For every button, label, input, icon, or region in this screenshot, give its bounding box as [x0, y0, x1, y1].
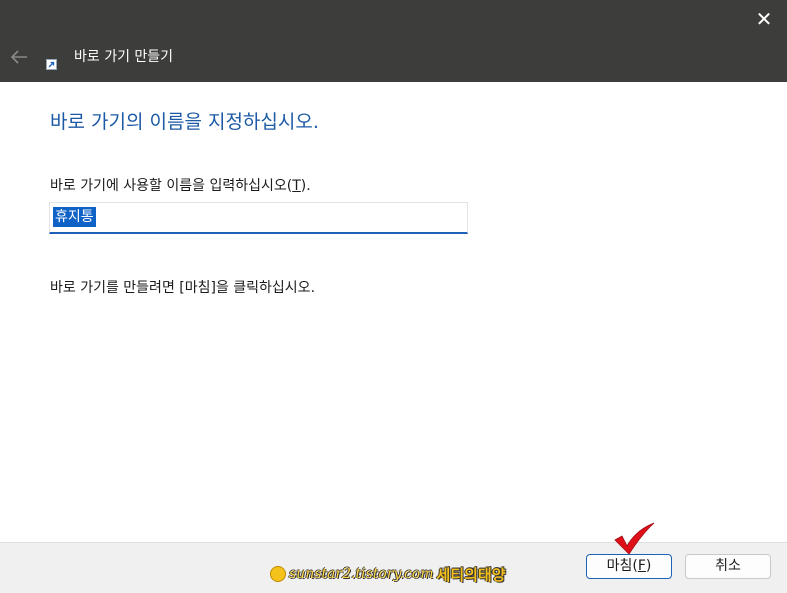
watermark: sunstar2.tistory.com 세티의태양 — [270, 563, 506, 585]
finish-button[interactable]: 마침(F) — [586, 554, 672, 579]
title-bar: ✕ 바로 가기 만들기 — [0, 0, 787, 82]
button-bar: sunstar2.tistory.com 세티의태양 마침(F) 취소 — [0, 542, 787, 593]
close-button[interactable]: ✕ — [753, 8, 775, 30]
shortcut-arrow-icon — [46, 59, 57, 70]
finish-label-prefix: 마침( — [606, 558, 638, 574]
back-arrow-icon — [10, 50, 27, 64]
close-icon: ✕ — [755, 7, 773, 31]
name-label-prefix: 바로 가기에 사용할 이름을 입력하십시오( — [50, 178, 293, 194]
page-heading: 바로 가기의 이름을 지정하십시오. — [50, 111, 319, 133]
finish-hint: 바로 가기를 만들려면 [마침]을 클릭하십시오. — [50, 280, 316, 296]
wizard-title: 바로 가기 만들기 — [74, 49, 174, 65]
name-label-suffix: ). — [300, 178, 311, 194]
shortcut-name-input[interactable]: 휴지통 — [49, 202, 468, 234]
finish-access-key: F — [637, 558, 646, 574]
watermark-name: 세티의태양 — [436, 565, 506, 584]
watermark-url: sunstar2.tistory.com — [289, 566, 434, 582]
shortcut-name-value: 휴지통 — [53, 207, 96, 227]
name-label-access-key: T — [292, 178, 301, 194]
watermark-face-icon — [270, 566, 286, 582]
back-button[interactable] — [8, 45, 30, 69]
cancel-button[interactable]: 취소 — [685, 554, 771, 579]
name-field-label: 바로 가기에 사용할 이름을 입력하십시오(T). — [50, 176, 311, 196]
finish-label-suffix: ) — [645, 558, 652, 574]
wizard-content: 바로 가기의 이름을 지정하십시오. 바로 가기에 사용할 이름을 입력하십시오… — [0, 82, 787, 542]
red-checkmark-icon — [614, 522, 655, 555]
